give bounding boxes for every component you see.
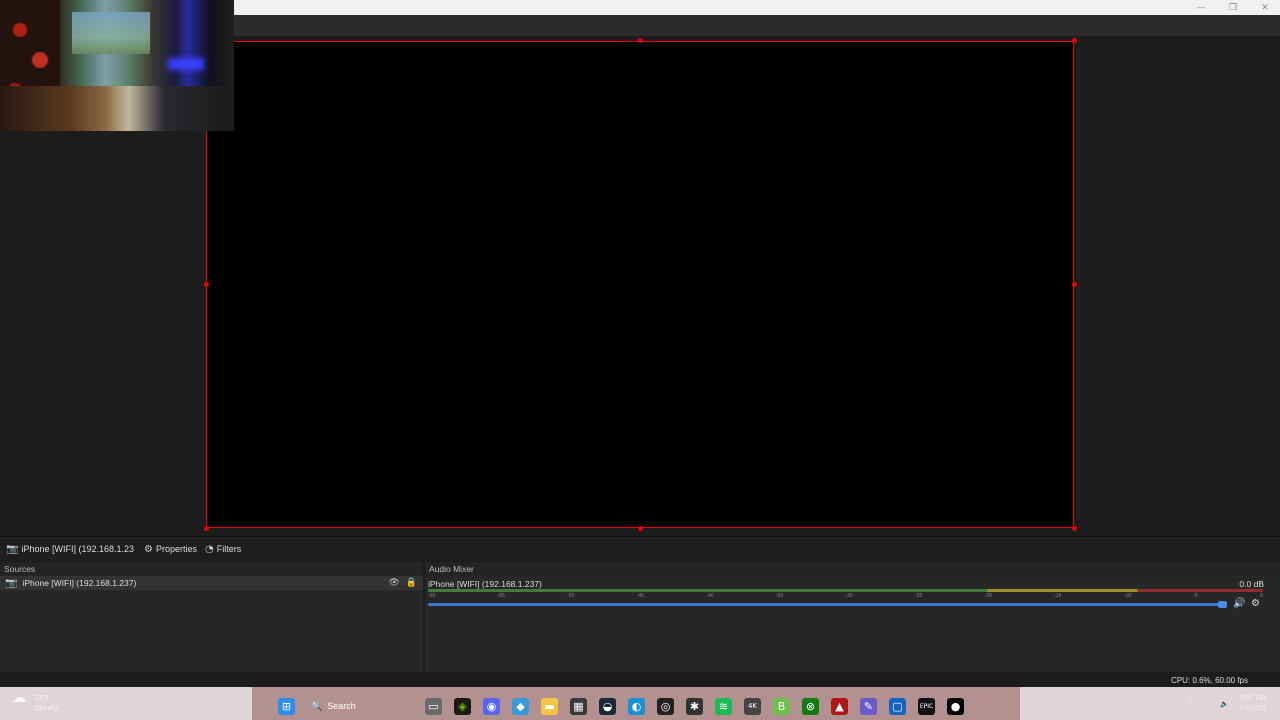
meter-ticks: -60 -55 -50 -45 -40 -35 -30 -25 -20 -15 -10 -5 0 <box>428 593 1263 601</box>
webcam-poster <box>72 12 150 54</box>
volume-slider-track[interactable] <box>428 603 1223 606</box>
clock-time: 6:02 PM <box>1239 695 1266 702</box>
epic-games-icon[interactable]: EPIC <box>918 697 935 715</box>
source-toolbar: 📷 iPhone [WIFI] (192.168.1.23 ⚙ Properti… <box>0 536 1280 561</box>
restore-button[interactable]: ❐ <box>1218 0 1248 15</box>
sources-dock: Sources 📷 iPhone [WIFI] (192.168.1.237) … <box>0 562 423 672</box>
volume-icon[interactable]: 🔈 <box>1220 700 1229 708</box>
github-icon[interactable]: ● <box>947 697 964 715</box>
meter-tick-label: -30 <box>845 593 853 599</box>
mixer-channel-name: iPhone [WIFI] (192.168.1.237) <box>428 579 542 589</box>
resize-handle-top-right[interactable] <box>1072 38 1077 43</box>
search-icon: 🔍 <box>311 700 323 711</box>
gear-icon: ⚙ <box>144 543 153 555</box>
editor-icon[interactable]: ✎ <box>860 697 877 715</box>
webcam-room-floor <box>0 86 234 131</box>
close-button[interactable]: ✕ <box>1250 0 1280 15</box>
window-app-icon[interactable]: ▢ <box>889 697 906 715</box>
meter-tick-label: -60 <box>428 593 436 599</box>
current-source-label: iPhone [WIFI] (192.168.1.23 <box>21 544 135 554</box>
meter-tick-label: -10 <box>1123 593 1132 599</box>
meter-tick-label: -55 <box>497 593 505 599</box>
webcam-led-light <box>168 58 204 70</box>
properties-label: Properties <box>156 544 198 554</box>
edge-icon[interactable]: ◐ <box>628 697 645 715</box>
msi-afterburner-icon[interactable]: ▲ <box>831 697 848 715</box>
resize-handle-right[interactable] <box>1072 282 1077 287</box>
status-bar: CPU: 0.6%, 60.00 fps <box>0 673 1280 687</box>
steam-icon[interactable]: ◒ <box>599 697 616 715</box>
obs-icon[interactable]: ◎ <box>657 697 674 715</box>
webcam-overlay <box>0 0 234 131</box>
camera-icon: 📷 <box>5 577 18 589</box>
copilot-icon[interactable]: ◆ <box>512 697 529 715</box>
speaker-icon[interactable]: 🔊 <box>1233 598 1245 609</box>
resize-handle-bottom-left[interactable] <box>204 526 209 531</box>
store-icon[interactable]: ▦ <box>570 697 587 715</box>
nvidia-icon[interactable]: ◈ <box>454 697 471 715</box>
camera-icon: 📷 <box>6 543 19 555</box>
start-windows-icon[interactable]: ⊞ <box>278 697 295 715</box>
meter-tick-label: -35 <box>775 593 784 599</box>
volume-slider-handle[interactable] <box>1218 601 1227 608</box>
source-item-label: iPhone [WIFI] (192.168.1.237) <box>22 578 137 588</box>
filter-icon: ◔ <box>205 543 214 555</box>
resize-handle-bottom[interactable] <box>638 526 643 531</box>
filters-button[interactable]: ◔ Filters <box>205 544 241 555</box>
minimize-button[interactable]: — <box>1186 0 1216 15</box>
meter-tick-label: -45 <box>636 593 644 599</box>
spotify-icon[interactable]: ≋ <box>715 697 732 715</box>
resize-handle-left[interactable] <box>204 282 209 287</box>
meter-tick-label: -40 <box>706 593 714 599</box>
filters-label: Filters <box>216 544 242 554</box>
meter-tick-label: -50 <box>567 593 575 599</box>
taskbar-search[interactable]: 🔍 Search <box>307 696 413 716</box>
mixer-channel-db: 0.0 dB <box>1239 579 1264 589</box>
task-view-icon[interactable]: ▭ <box>425 697 442 715</box>
resize-handle-bottom-right[interactable] <box>1072 526 1077 531</box>
clock-date: 2/4/2026 <box>1238 705 1266 712</box>
resize-handle-top[interactable] <box>638 38 643 43</box>
meter-tick-label: -25 <box>915 593 923 599</box>
visibility-eye-icon[interactable]: 👁 <box>388 578 399 588</box>
search-label: Search <box>327 701 356 711</box>
status-stats: CPU: 0.6%, 60.00 fps <box>1171 676 1248 685</box>
weather-temp: 23°F <box>34 693 50 702</box>
lock-icon[interactable]: 🔒 <box>406 578 417 588</box>
source-item[interactable]: 📷 iPhone [WIFI] (192.168.1.237) 👁 🔒 <box>0 576 423 590</box>
bluestacks-icon[interactable]: B <box>773 697 790 715</box>
meter-tick-label: -5 <box>1193 593 1198 599</box>
audio-mixer-header: Audio Mixer <box>425 562 1280 576</box>
meter-tick-label: -15 <box>1054 593 1062 599</box>
video-4k-icon[interactable]: 4K <box>744 697 761 715</box>
steelseries-icon[interactable]: ✱ <box>686 697 703 715</box>
taskbar: ☁ 23°F Cloudy ⊞ 🔍 Search ▭ ◈ ◉ ◆ ▬ ▦ ◒ ◐… <box>0 687 1280 720</box>
network-icon[interactable]: ▭ <box>1203 700 1210 708</box>
clock[interactable]: 6:02 PM 2/4/2026 <box>1239 694 1266 714</box>
properties-button[interactable]: ⚙ Properties <box>144 544 197 555</box>
discord-icon[interactable]: ◉ <box>483 697 500 715</box>
preview-canvas[interactable] <box>206 41 1074 528</box>
taskbar-apps: ⊞ 🔍 Search ▭ ◈ ◉ ◆ ▬ ▦ ◒ ◐ ◎ ✱ ≋ 4K B ⊗ … <box>278 696 964 716</box>
mixer-channel: iPhone [WIFI] (192.168.1.237) 0.0 dB -60… <box>425 576 1280 616</box>
system-tray: ⌃ ▭ 🔈 6:02 PM 2/4/2026 <box>1188 694 1266 714</box>
tray-overflow-chevron-icon[interactable]: ⌃ <box>1188 700 1194 708</box>
current-source[interactable]: 📷 iPhone [WIFI] (192.168.1.23 <box>6 544 134 555</box>
meter-tick-label: -20 <box>984 593 992 599</box>
sources-header: Sources <box>0 562 423 576</box>
weather-condition: Cloudy <box>34 703 58 712</box>
cloud-icon: ☁ <box>12 690 26 706</box>
file-explorer-icon[interactable]: ▬ <box>541 697 558 715</box>
xbox-icon[interactable]: ⊗ <box>802 697 819 715</box>
volume-meter <box>428 589 1263 592</box>
gear-icon[interactable]: ⚙ <box>1251 598 1260 609</box>
audio-mixer-dock: Audio Mixer iPhone [WIFI] (192.168.1.237… <box>425 562 1280 672</box>
meter-tick-label: 0 <box>1260 593 1263 599</box>
